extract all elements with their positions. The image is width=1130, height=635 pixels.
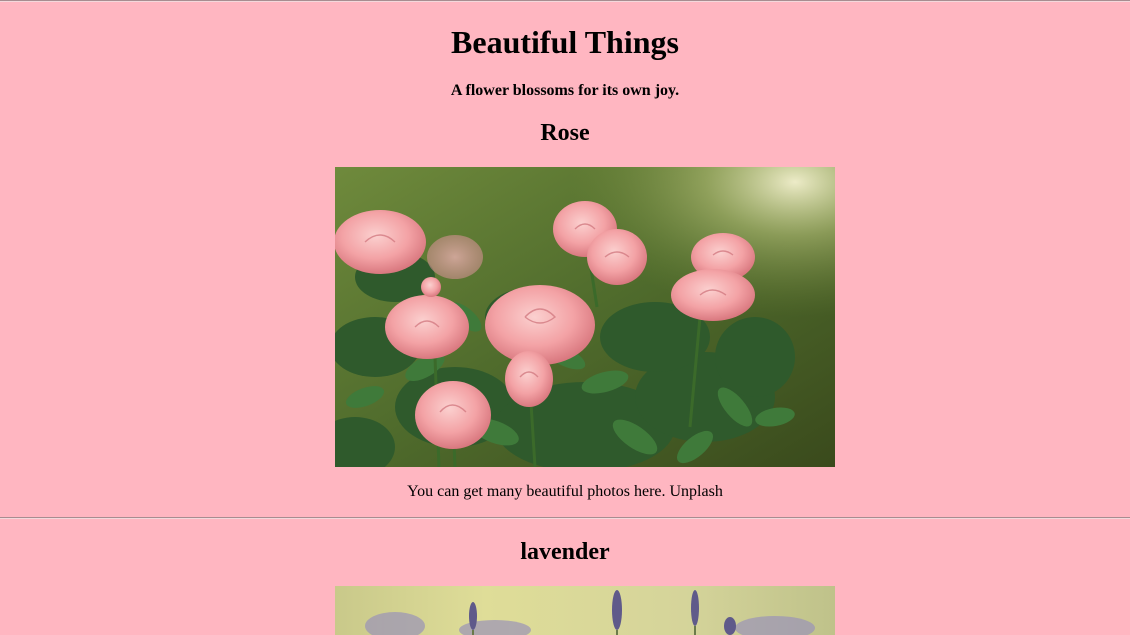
caption-text: You can get many beautiful photos here. — [407, 483, 666, 500]
lavender-photo — [335, 586, 835, 635]
top-divider — [0, 0, 1130, 2]
rose-photo — [335, 167, 835, 467]
unplash-link[interactable]: Unplash — [670, 483, 723, 500]
section-title-rose: Rose — [540, 120, 590, 146]
page: Beautiful Things A flower blossoms for i… — [0, 0, 1130, 635]
page-subtitle: A flower blossoms for its own joy. — [450, 82, 680, 99]
rose-photo-image — [335, 167, 835, 467]
page-title: Beautiful Things — [451, 24, 679, 60]
section-title-lavender: lavender — [520, 539, 610, 565]
section-divider — [0, 517, 1130, 519]
lavender-photo-image — [335, 586, 835, 635]
photo-caption: You can get many beautiful photos here. … — [0, 483, 1130, 501]
